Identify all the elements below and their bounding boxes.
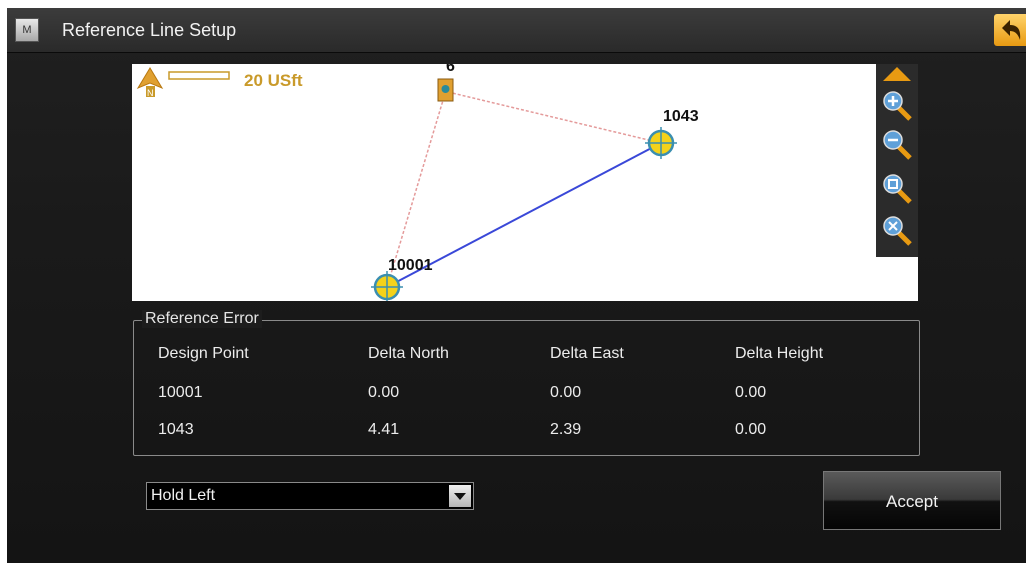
zoom-out-icon [883,130,912,160]
radial-line-1043 [447,91,662,144]
reference-error-title: Reference Error [142,310,262,328]
table-cell: 0.00 [368,384,400,401]
table-cell: 4.41 [368,421,400,438]
zoom-in-button[interactable] [880,89,914,123]
dropdown-arrow-button[interactable] [449,485,471,507]
zoom-reset-button[interactable] [880,214,914,248]
zoom-reset-icon [883,216,912,246]
column-header: Delta East [550,345,624,362]
table-cell: 1043 [158,421,194,438]
zoom-extents-button[interactable] [880,172,914,206]
scale-label: 20 USft [244,71,303,90]
title-bar: M Reference Line Setup [7,8,1026,53]
point-label-10001: 10001 [388,257,433,274]
column-header: Delta Height [735,345,824,362]
table-cell: 10001 [158,384,203,401]
map-view[interactable]: N 20 USft 6 1043 10001 [132,64,918,301]
back-button[interactable] [994,14,1026,46]
page-title: Reference Line Setup [62,20,237,40]
table-cell: 2.39 [550,421,582,438]
zoom-extents-icon [883,174,912,204]
point-label-1043: 1043 [663,108,699,125]
column-header: Design Point [158,345,249,362]
column-header: Delta North [368,345,449,362]
instrument-icon [437,78,454,102]
chevron-down-icon [454,493,466,500]
map-canvas: N [136,67,677,301]
zoom-toolbar [876,64,918,257]
reference-error-group: Reference Error Design Point Delta North… [133,310,920,456]
scale-bar [168,71,230,80]
dropdown-selected-value: Hold Left [151,487,216,504]
table-cell: 0.00 [735,384,767,401]
zoom-in-icon [883,91,912,121]
accept-button[interactable]: Accept [823,471,1001,530]
table-cell: 0.00 [550,384,582,401]
point-10001-icon [371,271,403,301]
pan-up-button[interactable] [880,64,914,84]
svg-text:N: N [147,88,154,98]
back-arrow-icon [1002,20,1021,40]
hold-method-dropdown[interactable]: Hold Left [146,482,474,510]
menu-icon: M [22,24,32,36]
zoom-out-button[interactable] [880,128,914,162]
accept-button-label: Accept [886,492,938,511]
triangle-up-icon [883,67,911,81]
menu-button[interactable]: M [15,18,39,42]
point-1043-icon [645,127,677,159]
north-arrow-icon: N [136,67,164,98]
table-cell: 0.00 [735,421,767,438]
point-label-instrument: 6 [446,64,455,75]
